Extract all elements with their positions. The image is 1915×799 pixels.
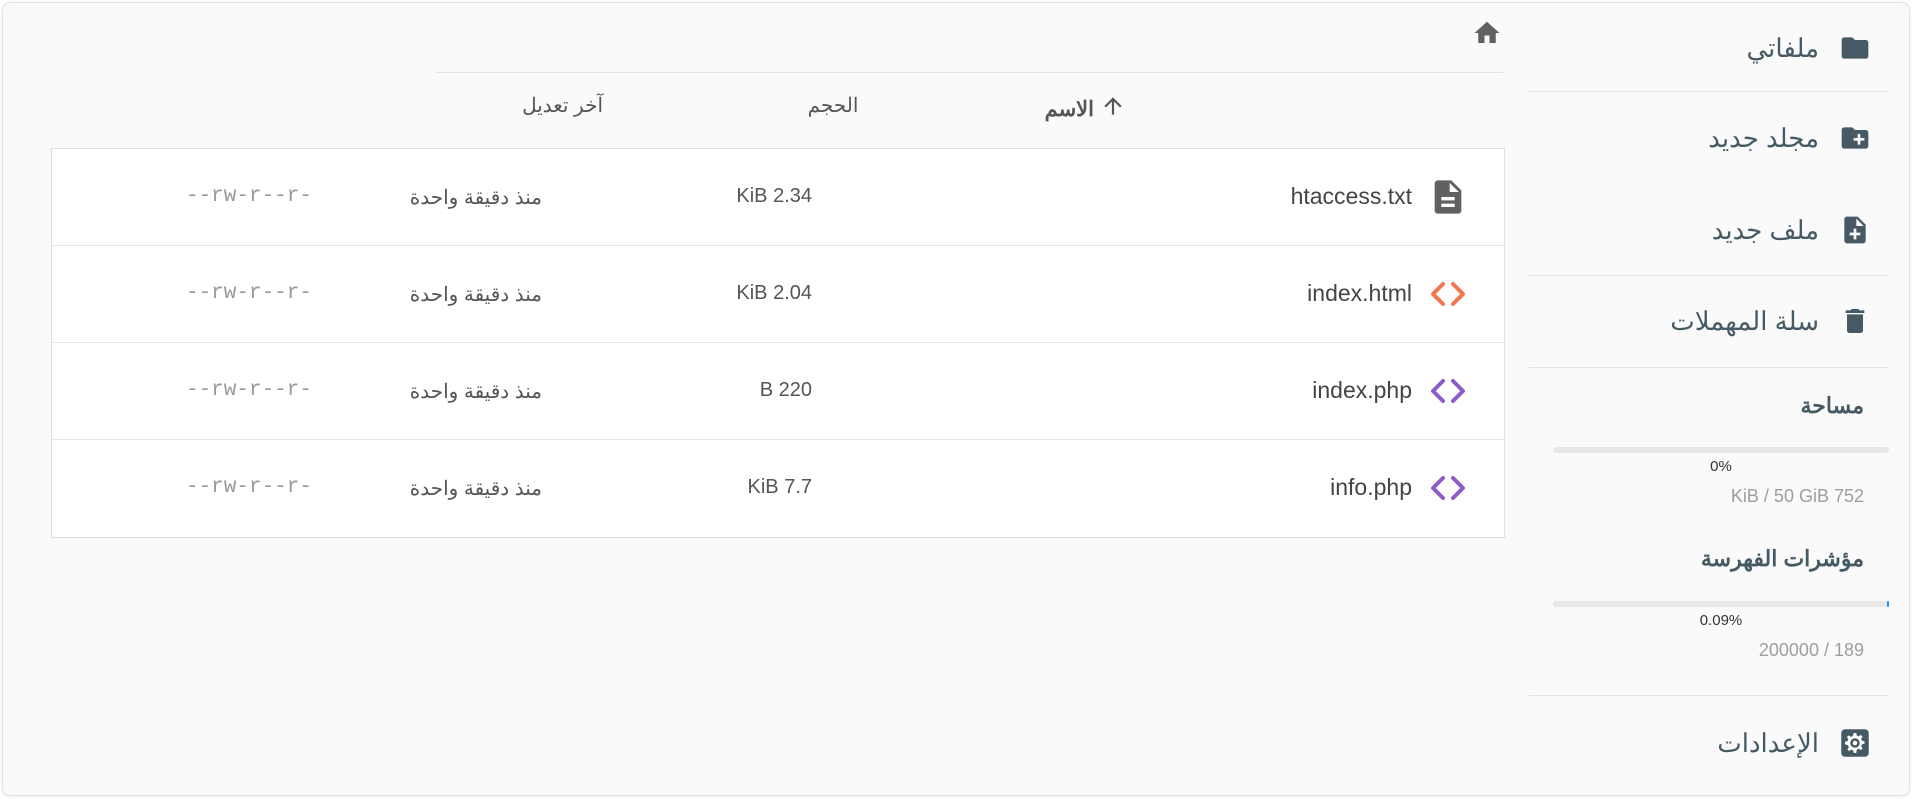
inodes-usage-detail: 200000 / 189 [1758, 640, 1864, 660]
sidebar-item-trash[interactable]: سلة المهملات [1529, 276, 1889, 366]
file-name: index.php [1312, 377, 1412, 403]
home-icon[interactable] [1471, 17, 1503, 49]
file-name: index.html [1307, 280, 1412, 306]
note-add-icon [1839, 214, 1871, 246]
space-progress-bar [1553, 447, 1889, 453]
sidebar-item-my-files[interactable]: ملفاتي [1529, 3, 1889, 93]
column-header-name-label: الاسم [1044, 97, 1094, 121]
column-header-name[interactable]: الاسم [1045, 93, 1126, 125]
main-content: الاسم الحجم آخر تعديل htaccess.txt KiB 2… [3, 3, 1529, 795]
file-modified: منذ دقيقة واحدة [409, 478, 542, 500]
file-permissions: --rw-r--r- [185, 282, 312, 305]
file-row[interactable]: index.php B 220 منذ دقيقة واحدة --rw-r--… [52, 343, 1504, 440]
file-row[interactable]: index.html KiB 2.04 منذ دقيقة واحدة --rw… [52, 246, 1504, 343]
file-browser-window: ملفاتي مجلد جديد ملف جديد سلة المهملات م… [2, 2, 1910, 796]
space-percent: 0% [1710, 458, 1732, 475]
code-icon [1428, 468, 1468, 508]
code-icon [1428, 371, 1468, 411]
settings-label: الإعدادات [1717, 727, 1819, 758]
folder-icon [1839, 32, 1871, 64]
code-icon [1428, 274, 1468, 314]
column-header-modified[interactable]: آخر تعديل [443, 93, 603, 118]
file-permissions: --rw-r--r- [185, 379, 312, 402]
divider [1529, 91, 1889, 92]
file-modified: منذ دقيقة واحدة [409, 381, 542, 403]
file-name: htaccess.txt [1290, 183, 1412, 209]
file-row[interactable]: info.php KiB 7.7 منذ دقيقة واحدة --rw-r-… [52, 440, 1504, 536]
breadcrumb [435, 3, 1503, 73]
file-size: KiB 2.34 [736, 185, 812, 207]
sidebar-item-settings[interactable]: الإعدادات [1529, 698, 1889, 788]
file-permissions: --rw-r--r- [185, 476, 312, 499]
file-modified: منذ دقيقة واحدة [409, 187, 542, 209]
space-quota-title: مساحة [1800, 393, 1864, 418]
new-folder-button[interactable]: مجلد جديد [1529, 93, 1889, 183]
file-size: KiB 2.04 [736, 282, 812, 304]
create-new-folder-icon [1839, 122, 1871, 154]
file-list: htaccess.txt KiB 2.34 منذ دقيقة واحدة --… [51, 148, 1505, 538]
inodes-quota-title: مؤشرات الفهرسة [1700, 546, 1864, 571]
divider [1529, 695, 1889, 696]
inodes-progress-fill [1886, 601, 1889, 607]
new-folder-label: مجلد جديد [1708, 122, 1819, 153]
inodes-percent: 0.09% [1699, 612, 1743, 629]
sidebar: ملفاتي مجلد جديد ملف جديد سلة المهملات م… [1529, 3, 1889, 795]
file-modified: منذ دقيقة واحدة [409, 284, 542, 306]
file-size: KiB 7.7 [747, 476, 812, 498]
arrow-up-icon [1100, 93, 1126, 125]
file-name: info.php [1330, 474, 1412, 500]
file-row[interactable]: htaccess.txt KiB 2.34 منذ دقيقة واحدة --… [52, 149, 1504, 246]
divider [1529, 367, 1889, 368]
text-file-icon [1428, 177, 1468, 217]
trash-icon [1839, 305, 1871, 337]
new-file-label: ملف جديد [1711, 214, 1819, 245]
new-file-button[interactable]: ملف جديد [1529, 185, 1889, 275]
file-permissions: --rw-r--r- [185, 185, 312, 208]
space-usage-detail: KiB / 50 GiB 752 [1730, 486, 1864, 506]
file-size: B 220 [759, 379, 812, 401]
inodes-progress-bar [1553, 601, 1889, 607]
settings-icon [1839, 727, 1871, 759]
column-header-size[interactable]: الحجم [763, 93, 903, 118]
sidebar-item-label: ملفاتي [1746, 32, 1819, 63]
trash-label: سلة المهملات [1670, 305, 1819, 336]
